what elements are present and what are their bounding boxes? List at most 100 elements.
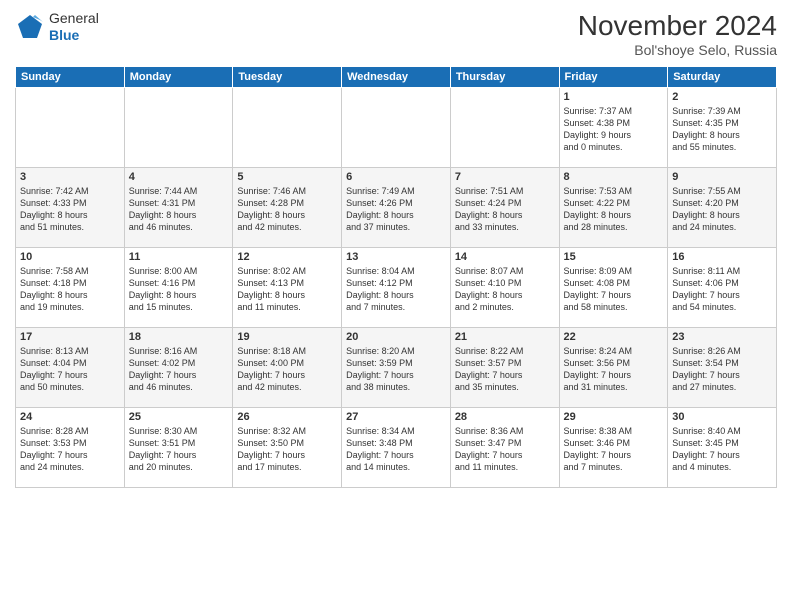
calendar-cell: 11Sunrise: 8:00 AM Sunset: 4:16 PM Dayli… [124,248,233,328]
day-info: Sunrise: 7:53 AM Sunset: 4:22 PM Dayligh… [564,185,664,234]
weekday-header: Tuesday [233,67,342,88]
day-info: Sunrise: 7:49 AM Sunset: 4:26 PM Dayligh… [346,185,446,234]
title-block: November 2024 Bol'shoye Selo, Russia [578,10,777,58]
day-info: Sunrise: 7:51 AM Sunset: 4:24 PM Dayligh… [455,185,555,234]
day-info: Sunrise: 8:36 AM Sunset: 3:47 PM Dayligh… [455,425,555,474]
day-number: 24 [20,411,120,423]
logo: General Blue [15,10,99,44]
day-number: 28 [455,411,555,423]
day-number: 17 [20,331,120,343]
day-info: Sunrise: 8:04 AM Sunset: 4:12 PM Dayligh… [346,265,446,314]
day-info: Sunrise: 8:38 AM Sunset: 3:46 PM Dayligh… [564,425,664,474]
calendar-cell: 6 Sunrise: 7:49 AM Sunset: 4:26 PM Daylig… [342,168,451,248]
calendar-cell: 18 Sunrise: 8:16 AM Sunset: 4:02 PM Dayli… [124,328,233,408]
weekday-header: Friday [559,67,668,88]
day-number: 27 [346,411,446,423]
weekday-header: Wednesday [342,67,451,88]
calendar-cell: 7 Sunrise: 7:51 AM Sunset: 4:24 PM Daylig… [450,168,559,248]
weekday-header: Thursday [450,67,559,88]
calendar-cell [342,88,451,168]
weekday-header: Sunday [16,67,125,88]
day-number: 18 [129,331,229,343]
day-info: Sunrise: 8:28 AM Sunset: 3:53 PM Dayligh… [20,425,120,474]
day-number: 14 [455,251,555,263]
day-info: Sunrise: 8:20 AM Sunset: 3:59 PM Dayligh… [346,345,446,394]
day-info: Sunrise: 8:11 AM Sunset: 4:06 PM Dayligh… [672,265,772,314]
calendar-cell: 28 Sunrise: 8:36 AM Sunset: 3:47 PM Dayli… [450,408,559,488]
day-number: 12 [237,251,337,263]
day-info: Sunrise: 8:13 AM Sunset: 4:04 PM Dayligh… [20,345,120,394]
day-info: Sunrise: 7:39 AM Sunset: 4:35 PM Dayligh… [672,105,772,154]
day-number: 22 [564,331,664,343]
day-number: 15 [564,251,664,263]
day-info: Sunrise: 8:02 AM Sunset: 4:13 PM Dayligh… [237,265,337,314]
day-number: 29 [564,411,664,423]
day-number: 19 [237,331,337,343]
day-number: 16 [672,251,772,263]
calendar-cell: 25 Sunrise: 8:30 AM Sunset: 3:51 PM Dayli… [124,408,233,488]
logo-icon [15,12,45,42]
calendar-cell: 29 Sunrise: 8:38 AM Sunset: 3:46 PM Dayli… [559,408,668,488]
calendar-cell: 14Sunrise: 8:07 AM Sunset: 4:10 PM Dayli… [450,248,559,328]
calendar-cell: 26 Sunrise: 8:32 AM Sunset: 3:50 PM Dayli… [233,408,342,488]
day-number: 10 [20,251,120,263]
logo-text: General Blue [49,10,99,44]
calendar-cell: 4 Sunrise: 7:44 AM Sunset: 4:31 PM Daylig… [124,168,233,248]
day-info: Sunrise: 7:46 AM Sunset: 4:28 PM Dayligh… [237,185,337,234]
day-info: Sunrise: 7:55 AM Sunset: 4:20 PM Dayligh… [672,185,772,234]
calendar-cell: 1 Sunrise: 7:37 AM Sunset: 4:38 PM Daylig… [559,88,668,168]
day-number: 20 [346,331,446,343]
weekday-header: Saturday [668,67,777,88]
day-number: 8 [564,171,664,183]
calendar-cell: 24 Sunrise: 8:28 AM Sunset: 3:53 PM Dayli… [16,408,125,488]
day-number: 2 [672,91,772,103]
day-number: 6 [346,171,446,183]
calendar-cell: 3 Sunrise: 7:42 AM Sunset: 4:33 PM Daylig… [16,168,125,248]
day-info: Sunrise: 7:58 AM Sunset: 4:18 PM Dayligh… [20,265,120,314]
day-info: Sunrise: 7:44 AM Sunset: 4:31 PM Dayligh… [129,185,229,234]
header: General Blue November 2024 Bol'shoye Sel… [15,10,777,58]
calendar-cell [450,88,559,168]
day-number: 25 [129,411,229,423]
day-info: Sunrise: 8:34 AM Sunset: 3:48 PM Dayligh… [346,425,446,474]
day-number: 23 [672,331,772,343]
day-info: Sunrise: 8:24 AM Sunset: 3:56 PM Dayligh… [564,345,664,394]
calendar-cell: 23 Sunrise: 8:26 AM Sunset: 3:54 PM Dayli… [668,328,777,408]
weekday-header-row: SundayMondayTuesdayWednesdayThursdayFrid… [16,67,777,88]
day-info: Sunrise: 8:22 AM Sunset: 3:57 PM Dayligh… [455,345,555,394]
calendar-cell: 12 Sunrise: 8:02 AM Sunset: 4:13 PM Dayli… [233,248,342,328]
day-info: Sunrise: 7:42 AM Sunset: 4:33 PM Dayligh… [20,185,120,234]
day-number: 4 [129,171,229,183]
calendar-cell: 20 Sunrise: 8:20 AM Sunset: 3:59 PM Dayli… [342,328,451,408]
calendar-cell: 9 Sunrise: 7:55 AM Sunset: 4:20 PM Daylig… [668,168,777,248]
calendar-week-row: 24 Sunrise: 8:28 AM Sunset: 3:53 PM Dayli… [16,408,777,488]
calendar-cell: 27 Sunrise: 8:34 AM Sunset: 3:48 PM Dayli… [342,408,451,488]
calendar-week-row: 10 Sunrise: 7:58 AM Sunset: 4:18 PM Dayli… [16,248,777,328]
calendar-cell: 15 Sunrise: 8:09 AM Sunset: 4:08 PM Dayli… [559,248,668,328]
calendar-cell: 19 Sunrise: 8:18 AM Sunset: 4:00 PM Dayli… [233,328,342,408]
calendar-week-row: 3 Sunrise: 7:42 AM Sunset: 4:33 PM Daylig… [16,168,777,248]
day-number: 13 [346,251,446,263]
day-info: Sunrise: 7:37 AM Sunset: 4:38 PM Dayligh… [564,105,664,154]
day-number: 11 [129,251,229,263]
month-title: November 2024 [578,10,777,42]
calendar-week-row: 1 Sunrise: 7:37 AM Sunset: 4:38 PM Daylig… [16,88,777,168]
calendar-cell: 17 Sunrise: 8:13 AM Sunset: 4:04 PM Dayli… [16,328,125,408]
day-info: Sunrise: 8:26 AM Sunset: 3:54 PM Dayligh… [672,345,772,394]
calendar-cell [124,88,233,168]
calendar-cell [16,88,125,168]
day-info: Sunrise: 8:16 AM Sunset: 4:02 PM Dayligh… [129,345,229,394]
day-number: 1 [564,91,664,103]
calendar-cell: 22 Sunrise: 8:24 AM Sunset: 3:56 PM Dayli… [559,328,668,408]
day-info: Sunrise: 8:09 AM Sunset: 4:08 PM Dayligh… [564,265,664,314]
calendar-cell: 8 Sunrise: 7:53 AM Sunset: 4:22 PM Daylig… [559,168,668,248]
day-number: 7 [455,171,555,183]
calendar-cell: 5Sunrise: 7:46 AM Sunset: 4:28 PM Daylig… [233,168,342,248]
day-number: 9 [672,171,772,183]
calendar-cell [233,88,342,168]
day-info: Sunrise: 8:30 AM Sunset: 3:51 PM Dayligh… [129,425,229,474]
day-number: 26 [237,411,337,423]
day-info: Sunrise: 8:32 AM Sunset: 3:50 PM Dayligh… [237,425,337,474]
day-number: 3 [20,171,120,183]
day-info: Sunrise: 8:18 AM Sunset: 4:00 PM Dayligh… [237,345,337,394]
